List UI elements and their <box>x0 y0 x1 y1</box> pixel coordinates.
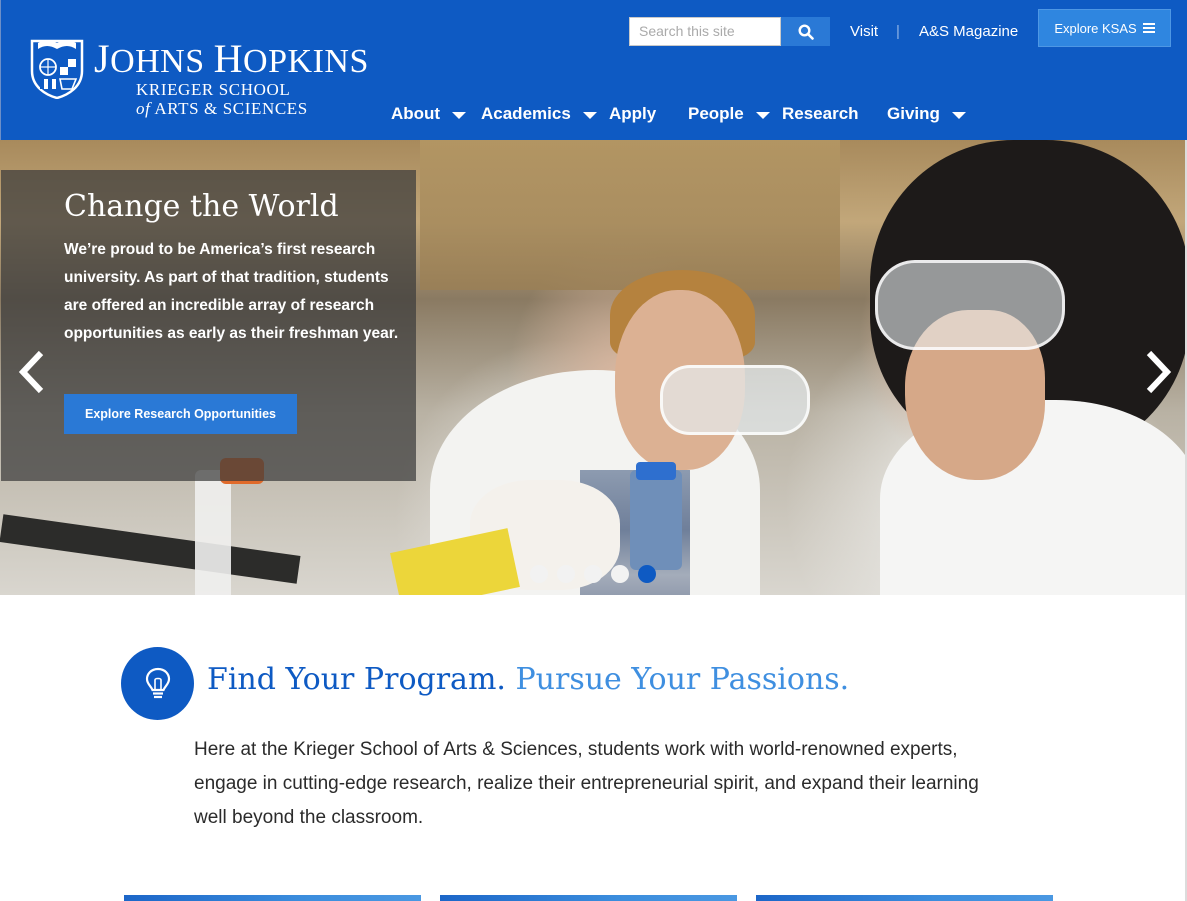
hero-text: We’re proud to be America’s first resear… <box>64 241 399 342</box>
carousel-dot[interactable] <box>530 565 548 583</box>
nav-apply[interactable]: Apply <box>609 100 656 128</box>
hero-title: Change the World <box>64 189 339 224</box>
explore-ksas-label: Explore KSAS <box>1054 20 1137 36</box>
carousel-dot[interactable] <box>557 565 575 583</box>
nav-academics[interactable]: Academics <box>481 100 597 128</box>
logo-wordmark: JOHNS HOPKINS <box>94 36 369 81</box>
magazine-link[interactable]: A&S Magazine <box>919 22 1018 42</box>
nav-giving[interactable]: Giving <box>887 100 966 128</box>
link-separator: | <box>896 23 900 40</box>
program-card[interactable] <box>756 895 1053 901</box>
program-card[interactable] <box>124 895 421 901</box>
carousel-dot[interactable] <box>584 565 602 583</box>
program-description: Here at the Krieger School of Arts & Sci… <box>194 739 979 828</box>
search-button[interactable] <box>781 17 830 46</box>
shield-icon <box>30 39 84 99</box>
chevron-down-icon <box>582 111 597 119</box>
program-card[interactable] <box>440 895 737 901</box>
nav-people[interactable]: People <box>688 100 770 128</box>
nav-about[interactable]: About <box>391 100 467 128</box>
search-input[interactable]: Search this site <box>629 17 781 46</box>
visit-link[interactable]: Visit <box>850 22 878 42</box>
lightbulb-icon <box>145 667 170 698</box>
nav-research[interactable]: Research <box>782 100 859 128</box>
site-header: JOHNS HOPKINS KRIEGER SCHOOL of ARTS & S… <box>0 0 1187 140</box>
menu-icon <box>1142 23 1155 33</box>
jhu-logo[interactable]: JOHNS HOPKINS KRIEGER SCHOOL of ARTS & S… <box>28 35 368 123</box>
carousel-indicators <box>530 565 656 585</box>
program-headline: Find Your Program. Pursue Your Passions. <box>207 662 850 697</box>
explore-ksas-button[interactable]: Explore KSAS <box>1038 9 1171 47</box>
carousel-dot[interactable] <box>638 565 656 583</box>
chevron-down-icon <box>951 111 966 119</box>
hero-caption: Change the World We’re proud to be Ameri… <box>1 170 416 481</box>
hero-carousel: Change the World We’re proud to be Ameri… <box>0 140 1187 595</box>
lightbulb-badge <box>121 647 194 720</box>
explore-research-button[interactable]: Explore Research Opportunities <box>64 394 297 434</box>
search-icon <box>797 23 814 40</box>
carousel-dot[interactable] <box>611 565 629 583</box>
chevron-right-icon[interactable] <box>1143 350 1173 394</box>
chevron-down-icon <box>452 111 467 119</box>
logo-school-name: KRIEGER SCHOOL of ARTS & SCIENCES <box>136 80 308 118</box>
chevron-left-icon[interactable] <box>17 350 47 394</box>
chevron-down-icon <box>755 111 770 119</box>
